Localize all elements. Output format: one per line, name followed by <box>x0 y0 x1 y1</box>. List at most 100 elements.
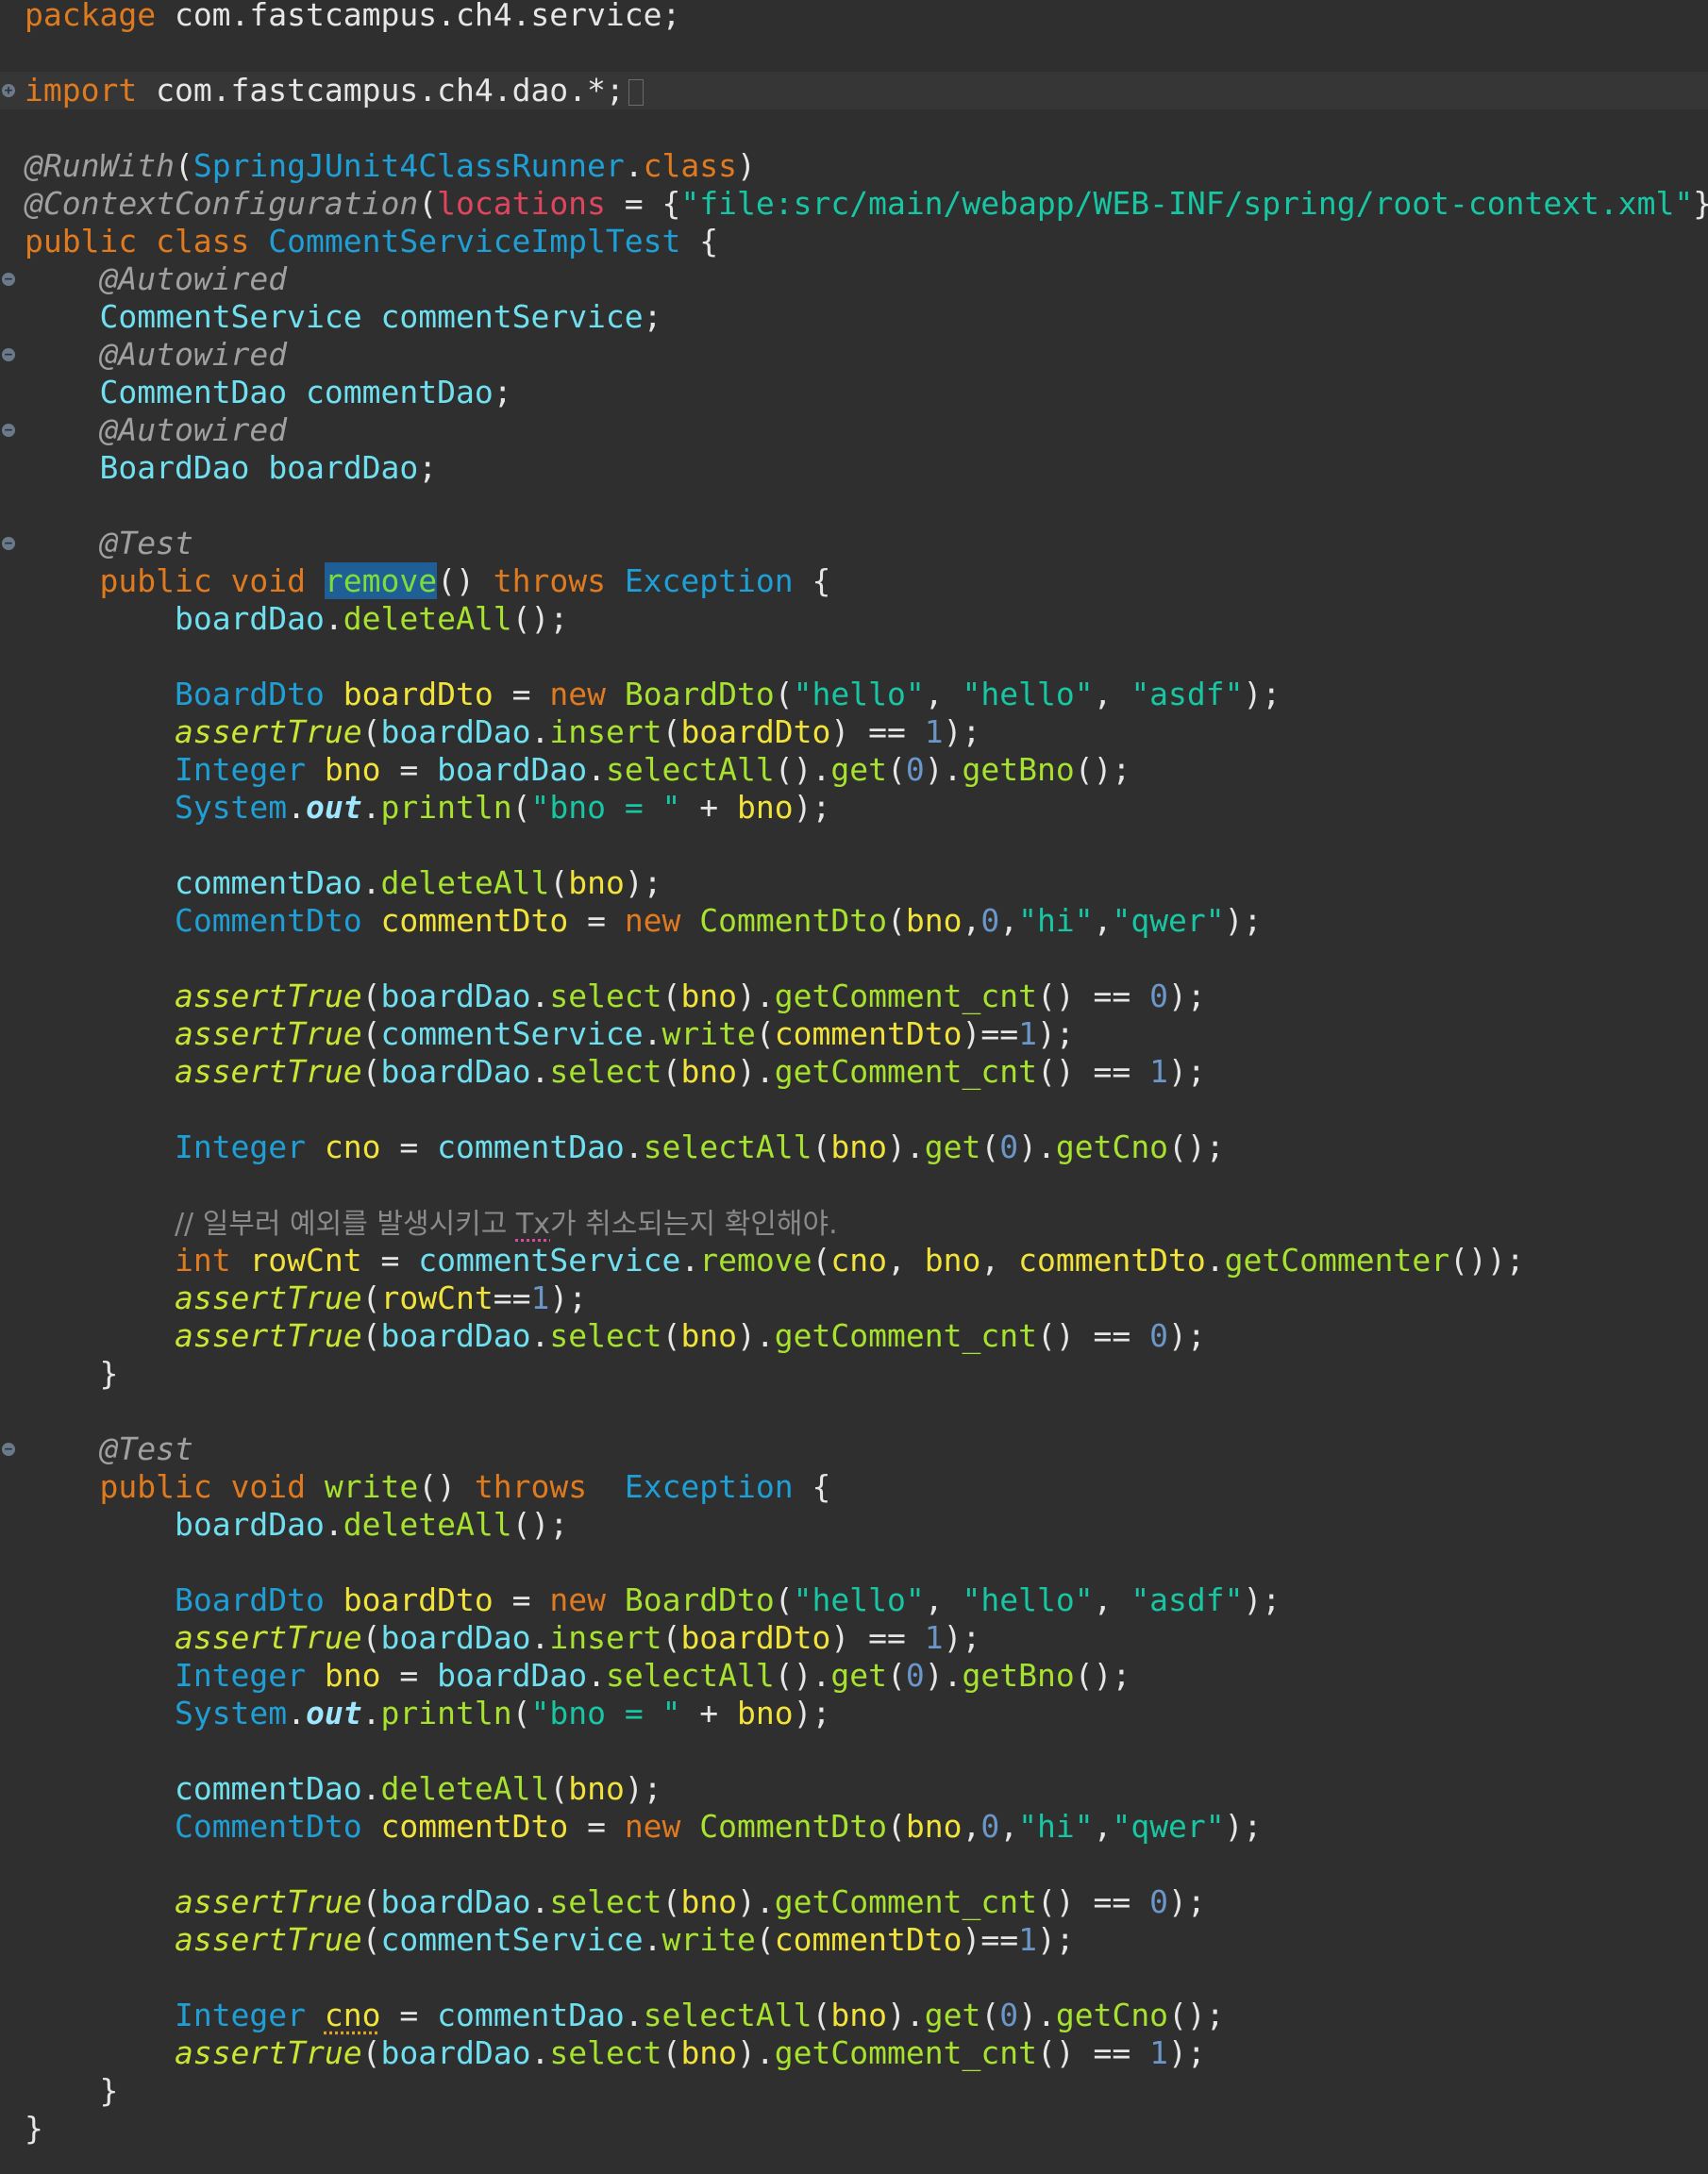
code-token: . <box>324 600 343 637</box>
code-token: bno <box>680 1317 738 1354</box>
code-line[interactable]: CommentDto commentDto = new CommentDto(b… <box>0 1808 1708 1846</box>
code-line[interactable]: BoardDto boardDto = new BoardDto("hello"… <box>0 676 1708 713</box>
code-text: assertTrue(boardDao.select(bno).getComme… <box>25 1317 1206 1355</box>
line-gutter <box>0 185 25 223</box>
code-token: "asdf" <box>1130 1581 1244 1618</box>
code-line[interactable]: Integer cno = commentDao.selectAll(bno).… <box>0 1997 1708 2034</box>
code-token: ). <box>737 1317 775 1354</box>
plus-circle-icon[interactable]: + <box>2 84 15 97</box>
code-token: ( <box>812 1997 831 2033</box>
minus-circle-icon[interactable]: − <box>2 424 15 437</box>
code-token: ( <box>661 978 681 1014</box>
code-token: println <box>380 789 512 826</box>
minus-circle-icon[interactable]: − <box>2 273 15 286</box>
minus-circle-icon[interactable]: − <box>2 1443 15 1456</box>
code-line[interactable] <box>0 1732 1708 1770</box>
code-line[interactable]: CommentDto commentDto = new CommentDto(b… <box>0 902 1708 940</box>
line-gutter <box>0 298 25 336</box>
code-line[interactable]: BoardDto boardDto = new BoardDto("hello"… <box>0 1581 1708 1619</box>
code-line[interactable]: Integer bno = boardDao.selectAll().get(0… <box>0 1657 1708 1695</box>
code-token: ( <box>886 751 906 788</box>
code-token: rowCnt <box>380 1279 494 1316</box>
code-editor[interactable]: package com.fastcampus.ch4.service; + impo… <box>0 0 1708 2174</box>
code-line[interactable]: commentDao.deleteAll(bno); <box>0 864 1708 902</box>
code-line[interactable]: Integer bno = boardDao.selectAll().get(0… <box>0 751 1708 789</box>
minus-circle-icon[interactable]: − <box>2 537 15 550</box>
code-line[interactable]: boardDao.deleteAll(); <box>0 1506 1708 1544</box>
minus-circle-icon[interactable]: − <box>2 348 15 361</box>
code-line[interactable]: assertTrue(boardDao.select(bno).getComme… <box>0 1883 1708 1921</box>
code-token: deleteAll <box>343 1506 512 1543</box>
code-line[interactable]: assertTrue(boardDao.select(bno).getComme… <box>0 1317 1708 1355</box>
code-line[interactable]: } <box>0 1355 1708 1393</box>
code-token: ). <box>737 978 775 1014</box>
code-line[interactable] <box>0 487 1708 525</box>
code-line[interactable] <box>0 34 1708 72</box>
code-line[interactable]: commentDao.deleteAll(bno); <box>0 1770 1708 1808</box>
code-line[interactable]: + import com.fastcampus.ch4.dao.*; <box>0 72 1708 109</box>
code-line[interactable]: boardDao.deleteAll(); <box>0 600 1708 638</box>
code-line[interactable] <box>0 1544 1708 1581</box>
code-line[interactable] <box>0 1846 1708 1883</box>
code-token: get <box>924 1129 981 1165</box>
code-line[interactable]: assertTrue(boardDao.select(bno).getComme… <box>0 2034 1708 2072</box>
code-token: bno <box>680 1053 738 1090</box>
code-line[interactable] <box>0 1166 1708 1204</box>
code-token: . <box>324 1506 343 1543</box>
code-token: commentService <box>380 298 644 335</box>
code-line[interactable]: − @Test <box>0 1430 1708 1468</box>
collapsed-imports-icon[interactable] <box>628 78 644 106</box>
code-token: getBno <box>962 751 1075 788</box>
code-line[interactable]: assertTrue(boardDao.insert(boardDto) == … <box>0 1619 1708 1657</box>
code-line[interactable]: int rowCnt = commentService.remove(cno, … <box>0 1242 1708 1279</box>
code-token: ( <box>886 1657 906 1694</box>
code-line[interactable]: CommentService commentService; <box>0 298 1708 336</box>
code-line[interactable]: CommentDao commentDao; <box>0 374 1708 411</box>
code-line[interactable]: assertTrue(commentService.write(commentD… <box>0 1015 1708 1053</box>
code-line[interactable]: package com.fastcampus.ch4.service; <box>0 0 1708 34</box>
code-line[interactable]: − @Autowired <box>0 260 1708 298</box>
code-line[interactable]: BoardDao boardDao; <box>0 449 1708 487</box>
code-line[interactable]: − @Autowired <box>0 411 1708 449</box>
code-line[interactable] <box>0 827 1708 864</box>
code-line[interactable]: System.out.println("bno = " + bno); <box>0 789 1708 827</box>
code-token: bno <box>924 1242 981 1279</box>
code-line[interactable] <box>0 1393 1708 1430</box>
code-line[interactable]: } <box>0 2110 1708 2148</box>
code-line[interactable] <box>0 1091 1708 1129</box>
code-token: locations <box>437 185 606 222</box>
code-line[interactable]: public class CommentServiceImplTest { <box>0 223 1708 260</box>
line-gutter <box>0 1015 25 1053</box>
code-line[interactable]: − @Autowired <box>0 336 1708 374</box>
code-line[interactable]: assertTrue(boardDao.select(bno).getComme… <box>0 978 1708 1015</box>
code-line[interactable]: assertTrue(boardDao.insert(boardDto) == … <box>0 713 1708 751</box>
code-text: @Test <box>25 1430 193 1468</box>
code-line[interactable]: @RunWith(SpringJUnit4ClassRunner.class) <box>0 147 1708 185</box>
code-token: bno <box>737 1695 794 1731</box>
code-line[interactable]: public void write() throws Exception { <box>0 1468 1708 1506</box>
code-line[interactable]: assertTrue(boardDao.select(bno).getComme… <box>0 1053 1708 1091</box>
code-token: () == <box>1036 2034 1150 2071</box>
code-line[interactable]: } <box>0 2072 1708 2110</box>
code-line[interactable] <box>0 638 1708 676</box>
code-line[interactable]: assertTrue(rowCnt==1); <box>0 1279 1708 1317</box>
line-gutter <box>0 1317 25 1355</box>
line-gutter <box>0 1091 25 1129</box>
code-token: CommentDto <box>174 902 362 939</box>
code-line[interactable]: // 일부러 예외를 발생시키고 Tx가 취소되는지 확인해야. <box>0 1204 1708 1242</box>
code-line[interactable]: System.out.println("bno = " + bno); <box>0 1695 1708 1732</box>
code-token: commentService <box>380 1921 644 1958</box>
code-line[interactable] <box>0 109 1708 147</box>
code-token: CommentService <box>99 298 362 335</box>
code-line[interactable]: assertTrue(commentService.write(commentD… <box>0 1921 1708 1959</box>
code-token: . <box>587 751 606 788</box>
code-line[interactable] <box>0 940 1708 978</box>
code-line[interactable]: @ContextConfiguration(locations = {"file… <box>0 185 1708 223</box>
code-line[interactable]: public void remove() throws Exception { <box>0 562 1708 600</box>
code-line[interactable]: − @Test <box>0 525 1708 562</box>
code-line[interactable]: Integer cno = commentDao.selectAll(bno).… <box>0 1129 1708 1166</box>
code-line[interactable] <box>0 1959 1708 1997</box>
